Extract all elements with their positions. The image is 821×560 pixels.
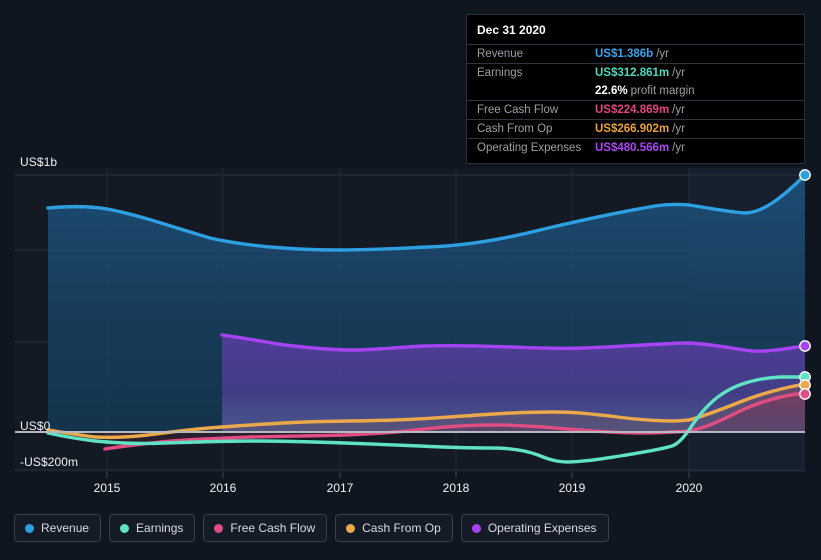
tooltip-label-earnings: Earnings [477, 67, 523, 79]
y-axis-label-top: US$1b [20, 155, 58, 169]
x-axis-label-2015: 2015 [93, 481, 121, 495]
legend-item-earnings[interactable]: Earnings [109, 514, 196, 542]
tooltip-row-free-cash-flow: Free Cash Flow US$224.869m /yr [467, 100, 804, 119]
tooltip-value-revenue: US$1.386b [595, 48, 654, 60]
legend-item-operating-expenses[interactable]: Operating Expenses [460, 514, 609, 542]
legend-label-free-cash-flow: Free Cash Flow [230, 521, 316, 535]
tooltip-unit-profit-margin: profit margin [630, 85, 695, 97]
tooltip-label-operating-expenses: Operating Expenses [477, 142, 582, 154]
chart-legend: Revenue Earnings Free Cash Flow Cash Fro… [14, 514, 609, 542]
tooltip-row-operating-expenses: Operating Expenses US$480.566m /yr [467, 138, 804, 157]
tooltip-value-earnings: US$312.861m [595, 67, 670, 79]
endpoint-free-cash-flow [799, 388, 811, 400]
tooltip-value-free-cash-flow: US$224.869m [595, 104, 670, 116]
tooltip-row-earnings: Earnings US$312.861m /yr [467, 63, 804, 82]
legend-item-free-cash-flow[interactable]: Free Cash Flow [203, 514, 328, 542]
tooltip-label-revenue: Revenue [477, 48, 524, 60]
x-axis-label-2018: 2018 [442, 481, 470, 495]
endpoint-revenue [799, 169, 811, 181]
tooltip-unit-free-cash-flow: /yr [672, 104, 685, 116]
legend-dot-operating-expenses-icon [471, 523, 481, 533]
x-axis-label-2016: 2016 [209, 481, 237, 495]
legend-label-revenue: Revenue [41, 521, 90, 535]
legend-item-revenue[interactable]: Revenue [14, 514, 102, 542]
tooltip-row-cash-from-op: Cash From Op US$266.902m /yr [467, 119, 804, 138]
financial-area-chart: US$1b US$0 -US$200m 2015 2016 2017 2018 … [0, 0, 821, 560]
tooltip-unit-cash-from-op: /yr [672, 123, 685, 135]
endpoint-operating-expenses [799, 340, 811, 352]
legend-dot-free-cash-flow-icon [214, 523, 224, 533]
x-axis-label-2020: 2020 [675, 481, 703, 495]
legend-item-cash-from-op[interactable]: Cash From Op [335, 514, 453, 542]
legend-label-operating-expenses: Operating Expenses [487, 521, 597, 535]
tooltip-value-operating-expenses: US$480.566m [595, 142, 670, 154]
y-axis-label-zero: US$0 [20, 419, 51, 433]
tooltip-label-cash-from-op: Cash From Op [477, 123, 553, 135]
y-axis-label-bottom: -US$200m [20, 455, 79, 469]
legend-dot-earnings-icon [120, 523, 130, 533]
chart-tooltip: Dec 31 2020 Revenue US$1.386b /yr Earnin… [466, 14, 805, 164]
x-axis-ticks [106, 472, 690, 478]
tooltip-row-revenue: Revenue US$1.386b /yr [467, 44, 804, 63]
tooltip-unit-operating-expenses: /yr [672, 142, 685, 154]
tooltip-unit-revenue: /yr [656, 48, 669, 60]
legend-label-earnings: Earnings [136, 521, 184, 535]
tooltip-value-profit-margin: 22.6% [595, 85, 628, 97]
tooltip-date: Dec 31 2020 [477, 23, 546, 37]
tooltip-row-profit-margin: 22.6% profit margin [467, 82, 804, 100]
tooltip-label-free-cash-flow: Free Cash Flow [477, 104, 559, 116]
tooltip-value-cash-from-op: US$266.902m [595, 123, 670, 135]
legend-label-cash-from-op: Cash From Op [362, 521, 441, 535]
x-axis-label-2019: 2019 [558, 481, 586, 495]
tooltip-unit-earnings: /yr [672, 67, 685, 79]
legend-dot-revenue-icon [25, 523, 34, 533]
legend-dot-cash-from-op-icon [346, 523, 356, 533]
x-axis-label-2017: 2017 [326, 481, 354, 495]
